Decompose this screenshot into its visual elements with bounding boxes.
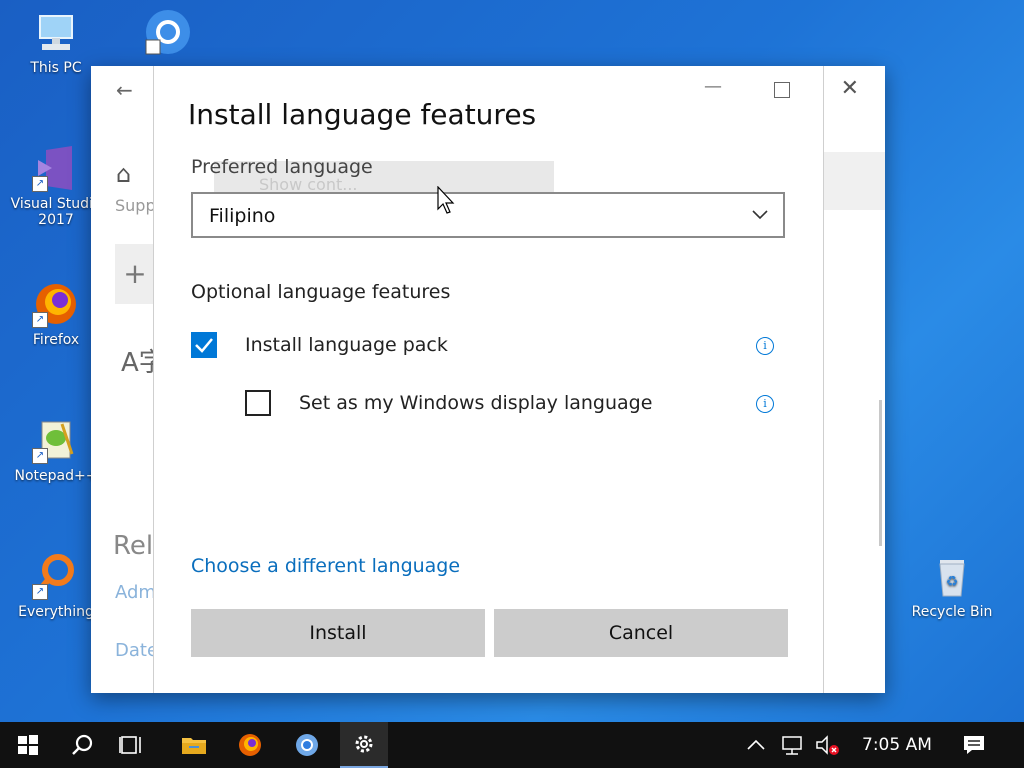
preferred-language-label: Preferred language — [191, 156, 373, 178]
scrollbar[interactable] — [879, 400, 882, 546]
volume-muted-icon[interactable] — [814, 722, 842, 768]
install-language-pack-label: Install language pack — [245, 334, 448, 356]
chrome-shortcut-icon[interactable] — [142, 6, 194, 62]
close-icon[interactable]: ✕ — [841, 76, 859, 101]
partial-admin-link[interactable]: Adm — [115, 582, 156, 603]
partial-text-supp: Supp — [115, 196, 156, 215]
notepad-plus-plus-icon: ↗ — [32, 416, 80, 464]
mouse-cursor-icon — [437, 186, 455, 214]
shortcut-arrow-icon: ↗ — [32, 448, 48, 464]
clock[interactable]: 7:05 AM — [862, 735, 932, 755]
show-hidden-icons-icon[interactable] — [746, 722, 766, 768]
install-language-features-dialog: — Install language features Show cont...… — [153, 66, 824, 693]
choose-different-language-link[interactable]: Choose a different language — [191, 555, 460, 577]
network-icon[interactable] — [780, 722, 806, 768]
info-icon[interactable]: i — [756, 395, 774, 413]
visual-studio-icon: ↗ — [32, 144, 80, 192]
minimize-icon[interactable]: — — [704, 76, 722, 97]
shortcut-arrow-icon: ↗ — [32, 176, 48, 192]
computer-icon — [32, 8, 80, 56]
shortcut-arrow-icon: ↗ — [32, 312, 48, 328]
checkmark-icon — [195, 338, 213, 353]
action-center-icon[interactable] — [962, 722, 986, 768]
taskbar: 7:05 AM — [0, 722, 1024, 768]
optional-features-label: Optional language features — [191, 281, 451, 303]
task-view-icon[interactable] — [108, 722, 156, 768]
info-icon[interactable]: i — [756, 337, 774, 355]
partial-date-link[interactable]: Date — [115, 640, 158, 661]
firefox-icon[interactable] — [226, 722, 274, 768]
shortcut-arrow-icon: ↗ — [32, 584, 48, 600]
recycle-bin-icon: ♻ — [928, 552, 976, 600]
preferred-language-dropdown[interactable]: Filipino — [191, 192, 785, 238]
settings-icon[interactable] — [340, 722, 388, 768]
dialog-title: Install language features — [188, 98, 537, 131]
maximize-icon[interactable] — [774, 82, 790, 98]
chrome-icon[interactable] — [283, 722, 331, 768]
home-icon[interactable]: ⌂ — [116, 160, 131, 188]
cancel-button[interactable]: Cancel — [494, 609, 788, 657]
file-explorer-icon[interactable] — [170, 722, 218, 768]
svg-text:♻: ♻ — [946, 574, 959, 590]
chevron-down-icon — [752, 210, 768, 220]
search-icon[interactable] — [58, 722, 106, 768]
install-language-pack-checkbox[interactable] — [191, 332, 217, 358]
desktop-icon-recycle-bin[interactable]: ♻ Recycle Bin — [902, 552, 1002, 620]
partial-related-heading: Rel — [113, 531, 154, 561]
settings-header-strip — [821, 152, 885, 210]
add-language-tile[interactable]: + — [115, 244, 155, 304]
start-icon[interactable] — [4, 722, 52, 768]
everything-search-icon: ↗ — [32, 552, 80, 600]
dropdown-value: Filipino — [209, 205, 276, 227]
desktop-icon-label: Recycle Bin — [911, 604, 993, 620]
install-button[interactable]: Install — [191, 609, 485, 657]
back-arrow-icon[interactable]: ← — [116, 78, 133, 102]
display-language-checkbox[interactable] — [245, 390, 271, 416]
firefox-icon: ↗ — [32, 280, 80, 328]
display-language-label: Set as my Windows display language — [299, 392, 653, 414]
